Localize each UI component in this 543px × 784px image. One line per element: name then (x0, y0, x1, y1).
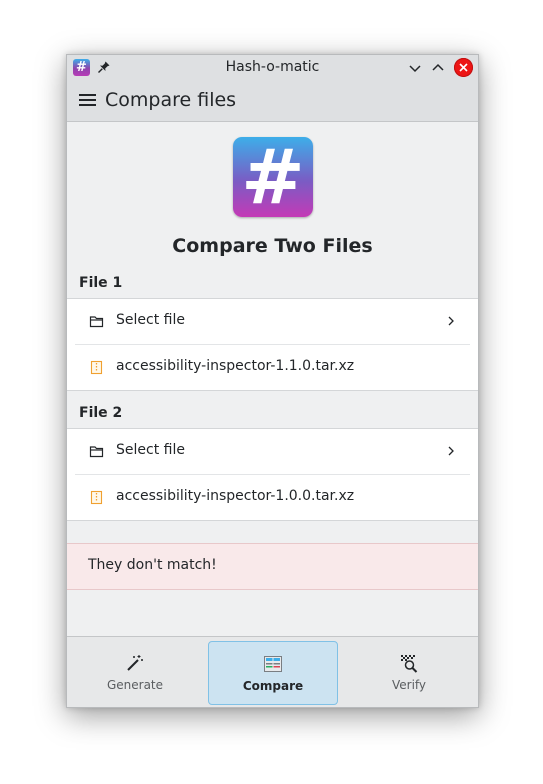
file1-filename: accessibility-inspector-1.1.0.tar.xz (116, 358, 355, 374)
nav-verify-button[interactable]: Verify (345, 641, 473, 703)
chevron-right-icon (448, 446, 454, 456)
folder-icon (89, 316, 104, 328)
minimize-button[interactable] (406, 59, 424, 77)
verify-icon (401, 655, 418, 673)
file1-select-label: Select file (116, 312, 185, 328)
magic-wand-icon (127, 655, 143, 671)
close-button[interactable] (454, 58, 473, 77)
nav-compare-button[interactable]: Compare (208, 641, 338, 705)
logo-glyph: # (241, 132, 305, 221)
file2-selected-row: accessibility-inspector-1.0.0.tar.xz (67, 475, 478, 520)
file1-select-row[interactable]: Select file (67, 299, 478, 344)
file2-card: Select file accessibility-inspector-1.0.… (67, 428, 478, 521)
app-logo-icon: # (233, 132, 313, 221)
file1-selected-row: accessibility-inspector-1.1.0.tar.xz (67, 345, 478, 390)
file2-select-label: Select file (116, 442, 185, 458)
chevron-right-icon (448, 316, 454, 326)
nav-verify-label: Verify (391, 678, 427, 692)
archive-file-icon (90, 360, 103, 375)
compare-icon (264, 656, 282, 672)
archive-file-icon (90, 490, 103, 505)
nav-generate-button[interactable]: Generate (71, 641, 199, 703)
mismatch-message: They don't match! (88, 557, 217, 573)
compare-heading: Compare Two Files (172, 235, 373, 257)
title-bar[interactable]: # Hash-o-matic (67, 55, 478, 80)
nav-compare-label: Compare (242, 679, 304, 693)
main-content: # Compare Two Files File 1 Select file a… (67, 122, 478, 636)
header-bar: Compare files (67, 80, 478, 122)
file2-select-row[interactable]: Select file (67, 429, 478, 474)
file2-label: File 2 (79, 405, 123, 421)
file2-filename: accessibility-inspector-1.0.0.tar.xz (116, 488, 355, 504)
app-window: # Hash-o-matic Compare files # Compare T… (66, 54, 479, 708)
mismatch-banner: They don't match! (67, 543, 478, 590)
bottom-navigation: Generate Compare Verify (67, 636, 478, 707)
hamburger-menu-icon[interactable] (79, 93, 96, 107)
maximize-button[interactable] (429, 59, 447, 77)
page-title: Compare files (105, 89, 237, 111)
folder-icon (89, 446, 104, 458)
file1-label: File 1 (79, 275, 123, 291)
nav-generate-label: Generate (106, 678, 164, 692)
file1-card: Select file accessibility-inspector-1.1.… (67, 298, 478, 391)
